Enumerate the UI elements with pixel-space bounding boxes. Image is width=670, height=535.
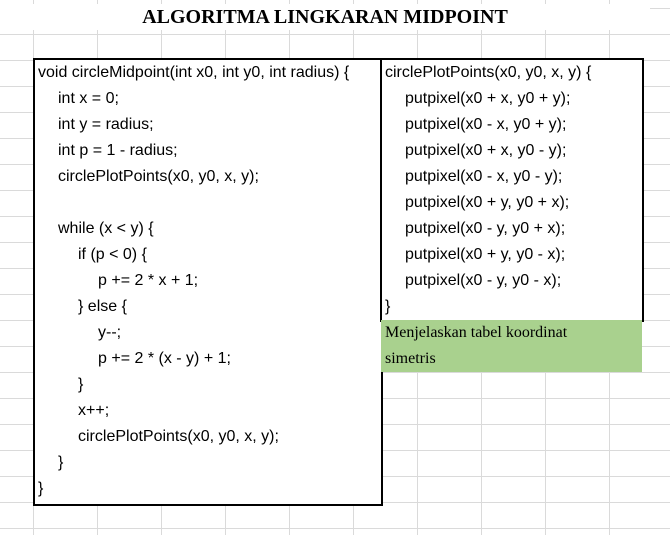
code-line: putpixel(x0 - y, y0 - x);	[405, 272, 562, 289]
code-line: int x = 0;	[58, 90, 119, 107]
code-line: putpixel(x0 + x, y0 + y);	[405, 90, 571, 107]
code-line: while (x < y) {	[58, 220, 154, 237]
code-line: y--;	[98, 324, 122, 341]
code-line: } else {	[78, 298, 127, 315]
code-line: putpixel(x0 + x, y0 - y);	[405, 142, 567, 159]
code-line: int p = 1 - radius;	[58, 142, 178, 159]
code-line: putpixel(x0 - x, y0 - y);	[405, 168, 563, 185]
code-line: void circleMidpoint(int x0, int y0, int …	[38, 64, 350, 81]
code-line: putpixel(x0 + y, y0 + x);	[405, 194, 570, 211]
code-line: if (p < 0) {	[78, 246, 147, 263]
code-line: }	[78, 376, 84, 393]
code-line: circlePlotPoints(x0, y0, x, y);	[58, 168, 259, 185]
code-line: int y = radius;	[58, 116, 154, 133]
code-line: putpixel(x0 - x, y0 + y);	[405, 116, 567, 133]
circle-midpoint-code-cell[interactable]: void circleMidpoint(int x0, int y0, int …	[33, 58, 383, 506]
code-line: p += 2 * x + 1;	[98, 272, 199, 289]
code-line: circlePlotPoints(x0, y0, x, y) {	[385, 64, 592, 81]
circle-plot-points-code-cell[interactable]: circlePlotPoints(x0, y0, x, y) { putpixel…	[380, 58, 644, 322]
note-line-2: simetris	[385, 350, 436, 367]
code-line: x++;	[78, 402, 110, 419]
code-line: putpixel(x0 + y, y0 - x);	[405, 246, 566, 263]
code-line: }	[385, 298, 391, 315]
code-line: p += 2 * (x - y) + 1;	[98, 350, 231, 367]
sheet-title[interactable]: ALGORITMA LINGKARAN MIDPOINT	[0, 4, 650, 30]
code-line: putpixel(x0 - y, y0 + x);	[405, 220, 566, 237]
note-line-1: Menjelaskan tabel koordinat	[385, 324, 568, 341]
code-line: }	[38, 480, 44, 497]
code-line: }	[58, 454, 64, 471]
note-cell[interactable]: Menjelaskan tabel koordinat simetris	[381, 320, 642, 372]
code-line: circlePlotPoints(x0, y0, x, y);	[78, 428, 279, 445]
